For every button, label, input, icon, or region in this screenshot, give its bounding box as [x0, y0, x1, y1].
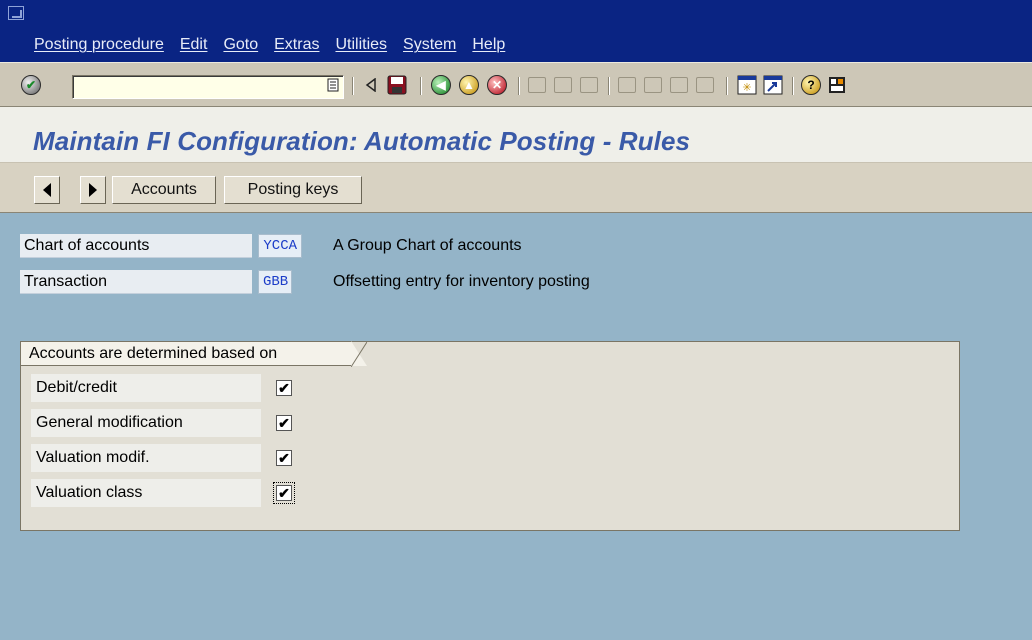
next-page-icon[interactable] [668, 74, 690, 96]
accounts-button[interactable]: Accounts [112, 176, 216, 204]
separator [726, 77, 728, 95]
separator [792, 77, 794, 95]
debit-credit-checkbox[interactable]: ✔ [276, 380, 292, 396]
create-shortcut-icon[interactable] [762, 74, 784, 96]
group-tab-edge [351, 342, 377, 367]
command-history-icon[interactable] [326, 76, 340, 94]
menu-items: Posting procedure Edit Goto Extras Utili… [34, 36, 521, 54]
debit-credit-label: Debit/credit [31, 374, 261, 402]
standard-toolbar: ✔ ◀ ▲ ✕ ✳ ? [0, 62, 1032, 107]
chart-of-accounts-value: YCCA [258, 234, 302, 258]
previous-page-icon[interactable] [642, 74, 664, 96]
command-field[interactable] [72, 75, 344, 99]
back-arrow-icon[interactable] [360, 74, 382, 96]
find-next-icon[interactable] [578, 74, 600, 96]
help-icon[interactable]: ? [800, 74, 822, 96]
transaction-description: Offsetting entry for inventory posting [333, 273, 590, 290]
menu-help[interactable]: Help [472, 36, 505, 54]
menu-bar: Posting procedure Edit Goto Extras Utili… [0, 0, 1032, 62]
menu-system[interactable]: System [403, 36, 456, 54]
general-modification-label: General modification [31, 409, 261, 437]
back-icon[interactable]: ◀ [430, 74, 452, 96]
posting-keys-button[interactable]: Posting keys [224, 176, 362, 204]
valuation-class-label: Valuation class [31, 479, 261, 507]
menu-goto[interactable]: Goto [223, 36, 258, 54]
general-modification-checkbox[interactable]: ✔ [276, 415, 292, 431]
menu-extras[interactable]: Extras [274, 36, 319, 54]
menu-posting-procedure[interactable]: Posting procedure [34, 36, 164, 54]
arrow-left-icon [43, 183, 51, 197]
valuation-modif-label: Valuation modif. [31, 444, 261, 472]
next-button[interactable] [80, 176, 106, 204]
separator [352, 77, 354, 95]
application-toolbar: Accounts Posting keys [0, 163, 1032, 213]
separator [420, 77, 422, 95]
title-bar: Maintain FI Configuration: Automatic Pos… [0, 107, 1032, 163]
arrow-right-icon [89, 183, 97, 197]
valuation-class-checkbox[interactable]: ✔ [273, 482, 295, 504]
transaction-label: Transaction [20, 270, 252, 294]
menu-utilities[interactable]: Utilities [335, 36, 387, 54]
valuation-modif-checkbox[interactable]: ✔ [276, 450, 292, 466]
previous-button[interactable] [34, 176, 60, 204]
chart-of-accounts-description: A Group Chart of accounts [333, 237, 522, 254]
cancel-icon[interactable]: ✕ [486, 74, 508, 96]
svg-text:✳: ✳ [742, 82, 751, 94]
system-menu-icon[interactable] [8, 6, 24, 20]
enter-icon[interactable]: ✔ [20, 74, 42, 96]
determination-group-box: Accounts are determined based on Debit/c… [20, 341, 960, 531]
layout-menu-icon[interactable] [826, 74, 848, 96]
exit-icon[interactable]: ▲ [458, 74, 480, 96]
find-icon[interactable] [552, 74, 574, 96]
print-icon[interactable] [526, 74, 548, 96]
last-page-icon[interactable] [694, 74, 716, 96]
transaction-value: GBB [258, 270, 292, 294]
create-session-icon[interactable]: ✳ [736, 74, 758, 96]
page-title: Maintain FI Configuration: Automatic Pos… [33, 126, 691, 156]
first-page-icon[interactable] [616, 74, 638, 96]
save-icon[interactable] [386, 74, 408, 96]
chart-of-accounts-label: Chart of accounts [20, 234, 252, 258]
menu-edit[interactable]: Edit [180, 36, 208, 54]
separator [518, 77, 520, 95]
separator [608, 77, 610, 95]
group-box-title: Accounts are determined based on [21, 341, 367, 366]
